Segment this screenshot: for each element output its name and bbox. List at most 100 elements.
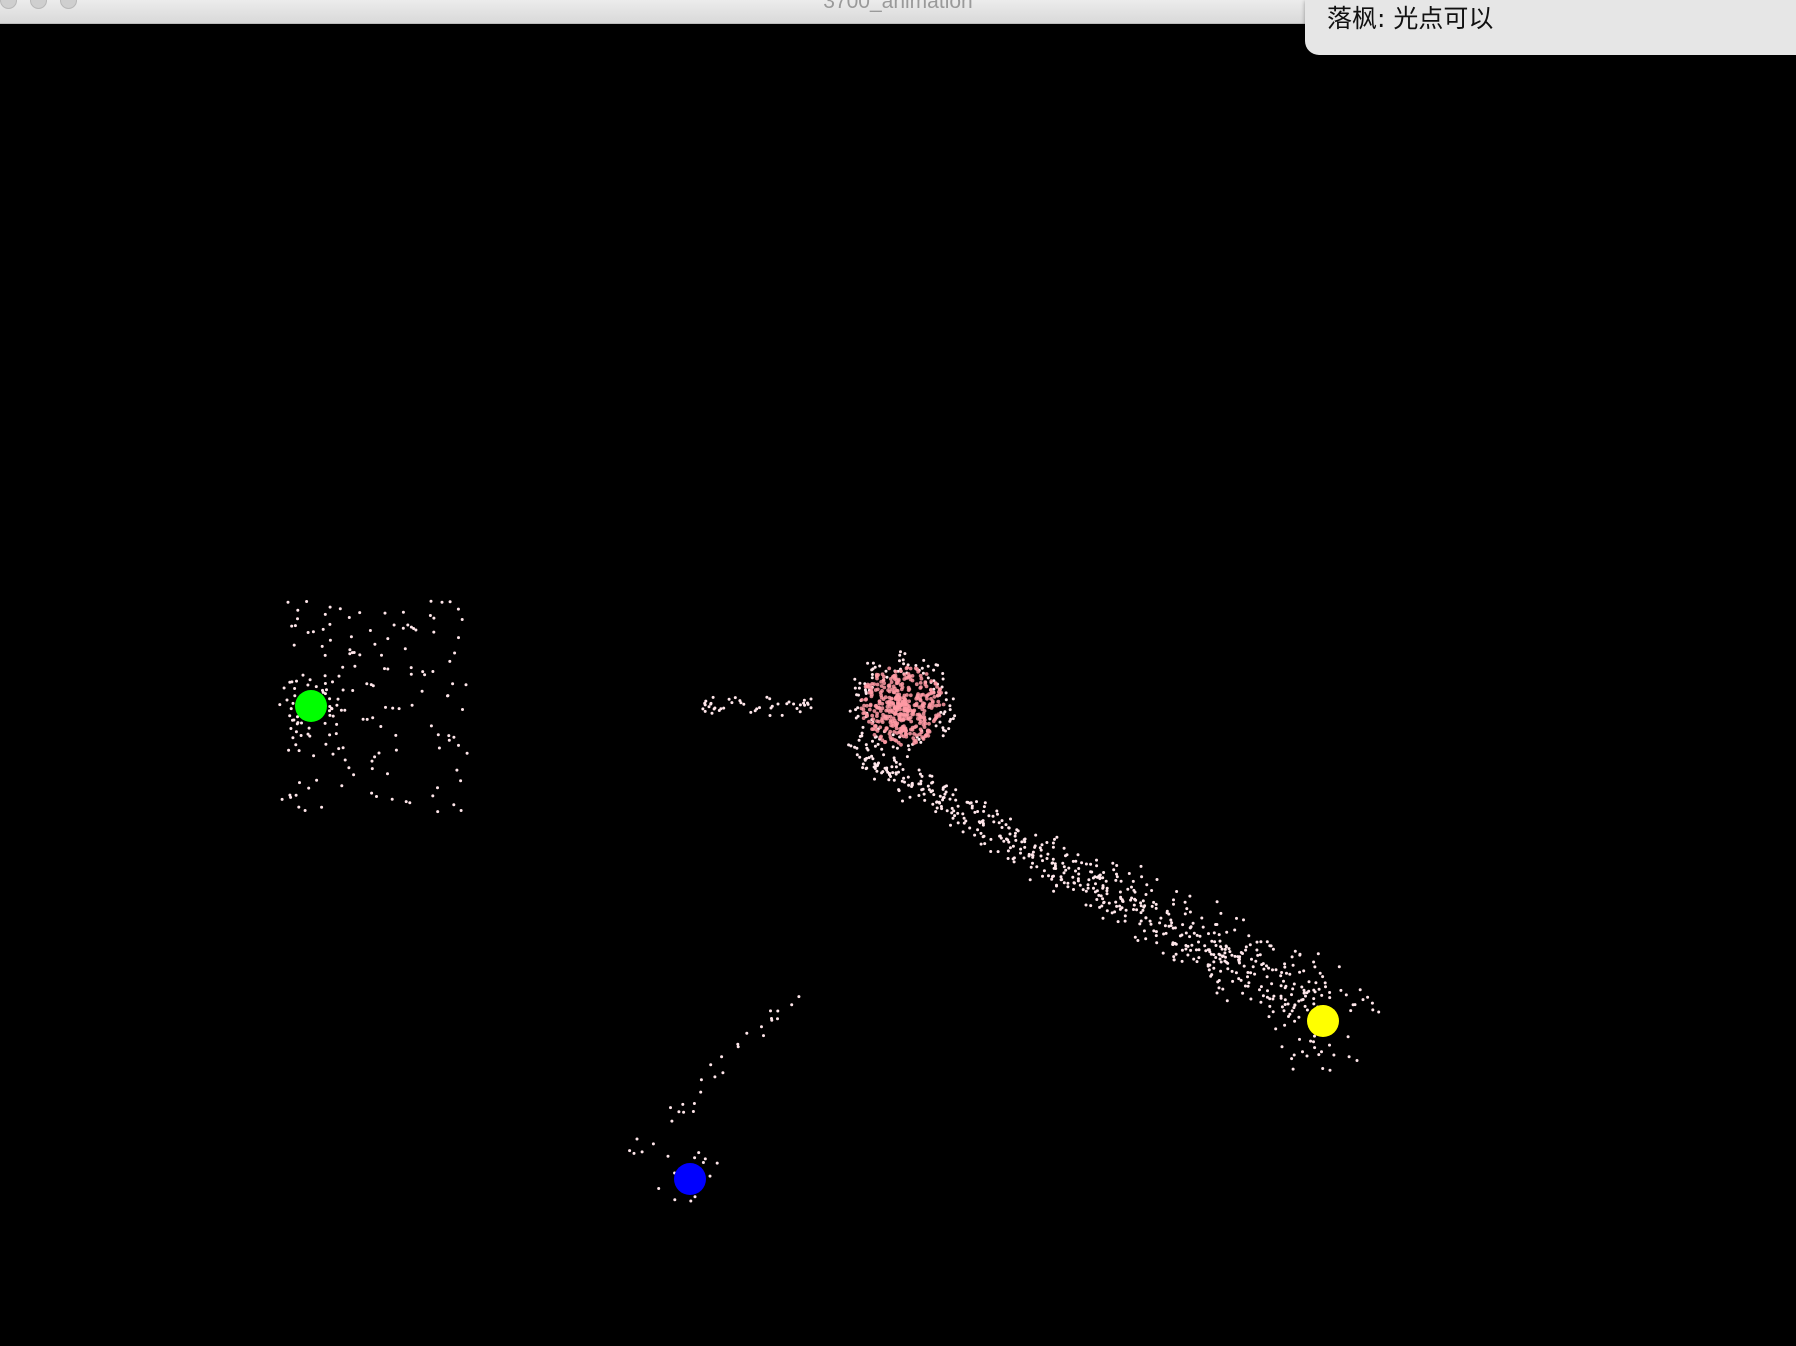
particle xyxy=(973,833,977,837)
particle xyxy=(314,685,318,689)
particle xyxy=(1028,878,1032,882)
particle xyxy=(961,812,965,816)
notification-banner[interactable]: 落枫: 光点可以 xyxy=(1305,0,1796,55)
particle xyxy=(1173,926,1177,930)
particle xyxy=(887,778,891,782)
particle xyxy=(1189,948,1193,952)
particle xyxy=(792,702,796,706)
particle xyxy=(1231,979,1235,983)
particle xyxy=(331,680,334,684)
particle xyxy=(1132,903,1136,907)
particle xyxy=(989,850,993,853)
particle xyxy=(1172,958,1176,962)
particle xyxy=(1139,919,1143,923)
particle xyxy=(912,708,917,713)
particle xyxy=(1053,837,1056,841)
particle xyxy=(383,667,386,671)
particle xyxy=(1272,994,1276,998)
particle xyxy=(1313,965,1317,969)
particle xyxy=(350,651,354,655)
particle xyxy=(798,703,802,707)
particle xyxy=(919,730,924,735)
particle xyxy=(290,624,294,628)
particle xyxy=(1241,991,1245,995)
particle xyxy=(703,703,707,707)
particle xyxy=(352,773,356,777)
particle xyxy=(924,672,929,676)
particle xyxy=(1292,982,1296,986)
particle xyxy=(920,735,925,739)
particle xyxy=(1138,922,1142,926)
particle xyxy=(1246,975,1249,979)
particle xyxy=(1155,878,1159,881)
particle xyxy=(887,685,892,689)
particle xyxy=(1223,951,1227,955)
particle xyxy=(296,617,299,621)
particle xyxy=(1301,1050,1304,1054)
particle xyxy=(1027,854,1031,858)
particle xyxy=(1061,861,1065,865)
particle xyxy=(1215,991,1219,995)
particle xyxy=(894,772,898,776)
particle xyxy=(1221,987,1225,991)
particle xyxy=(1197,948,1201,952)
particle xyxy=(651,1142,655,1146)
particle xyxy=(758,706,761,710)
particle xyxy=(865,703,869,708)
particle xyxy=(704,699,708,703)
particle xyxy=(983,842,987,846)
particle xyxy=(1267,1015,1271,1019)
particle xyxy=(386,637,390,641)
particle xyxy=(979,831,983,835)
particle xyxy=(860,698,864,702)
particle xyxy=(1219,911,1223,915)
particle xyxy=(883,695,888,700)
particle xyxy=(341,746,345,750)
particle xyxy=(703,1157,707,1161)
particle xyxy=(982,805,986,809)
particle xyxy=(1191,921,1195,925)
particle xyxy=(936,699,941,704)
particle xyxy=(708,1174,712,1178)
particle xyxy=(854,716,858,720)
particle xyxy=(1163,924,1167,928)
particle xyxy=(961,830,965,834)
particle xyxy=(1259,940,1263,944)
particle xyxy=(925,728,930,733)
particle xyxy=(1115,904,1119,908)
particle xyxy=(1051,841,1055,845)
particle xyxy=(1012,856,1016,860)
particle xyxy=(882,674,886,679)
particle xyxy=(1005,837,1008,841)
particle xyxy=(1195,960,1199,964)
particle xyxy=(361,717,365,721)
particle xyxy=(1192,957,1196,961)
particle xyxy=(1265,975,1269,979)
particle xyxy=(869,690,874,695)
particle xyxy=(780,713,784,717)
particle xyxy=(911,736,916,740)
particle xyxy=(776,1009,780,1013)
particle xyxy=(1076,853,1080,857)
particle xyxy=(1150,904,1154,908)
particle xyxy=(386,667,390,671)
particle xyxy=(448,600,452,604)
particle xyxy=(1064,854,1067,858)
particle xyxy=(1174,942,1178,946)
particle xyxy=(880,689,884,693)
particle xyxy=(879,695,884,700)
particle xyxy=(1002,839,1006,843)
particle xyxy=(981,822,985,825)
animation-canvas[interactable] xyxy=(0,24,1796,1346)
particle xyxy=(875,719,879,723)
particle xyxy=(392,623,396,627)
particle xyxy=(949,717,953,721)
particle xyxy=(901,658,905,662)
particle xyxy=(1225,999,1229,1003)
particle xyxy=(926,664,930,668)
particle xyxy=(1309,1039,1313,1043)
particle xyxy=(945,809,949,813)
particle xyxy=(979,842,983,846)
particle xyxy=(893,669,898,674)
particle xyxy=(1223,959,1227,963)
